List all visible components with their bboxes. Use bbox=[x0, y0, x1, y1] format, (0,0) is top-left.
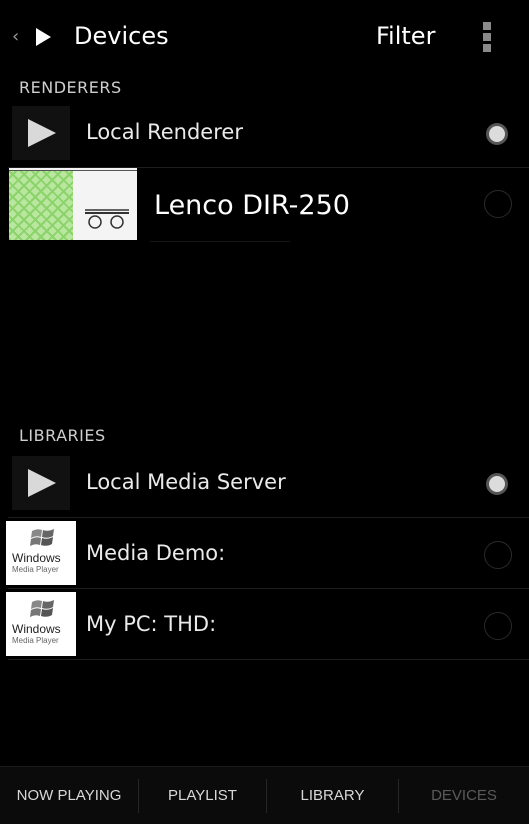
overflow-menu-icon[interactable] bbox=[482, 22, 492, 54]
radio-unselected-icon[interactable] bbox=[484, 190, 512, 218]
radio-device-icon bbox=[85, 209, 129, 229]
library-label: Media Demo: bbox=[86, 541, 226, 565]
radio-selected-icon[interactable] bbox=[489, 126, 505, 142]
radio-unselected-icon[interactable] bbox=[484, 612, 512, 640]
filter-button[interactable]: Filter bbox=[376, 22, 435, 50]
play-icon bbox=[12, 106, 70, 160]
wmp-logo-text: Windows bbox=[12, 622, 61, 636]
renderer-label: Lenco DIR-250 bbox=[154, 190, 350, 221]
windows-media-player-logo: Windows Media Player bbox=[6, 521, 76, 585]
library-label: My PC: THD: bbox=[86, 612, 217, 636]
libraries-header: LIBRARIES bbox=[19, 426, 106, 445]
tab-now-playing[interactable]: NOW PLAYING bbox=[0, 767, 138, 824]
wmp-logo-subtext: Media Player bbox=[12, 565, 59, 574]
divider bbox=[8, 517, 529, 518]
renderer-row-local[interactable]: Local Renderer bbox=[0, 102, 529, 166]
radio-unselected-icon[interactable] bbox=[484, 541, 512, 569]
tab-devices[interactable]: DEVICES bbox=[399, 767, 529, 824]
renderer-label: Local Renderer bbox=[86, 120, 243, 144]
app-play-icon[interactable] bbox=[36, 28, 51, 46]
action-bar: ‹ Devices Filter bbox=[0, 0, 529, 72]
windows-flag-icon bbox=[30, 529, 54, 546]
divider bbox=[8, 588, 529, 589]
play-icon bbox=[12, 456, 70, 510]
wmp-logo-text: Windows bbox=[12, 551, 61, 565]
radio-selected-icon[interactable] bbox=[489, 476, 505, 492]
page-title: Devices bbox=[74, 22, 169, 50]
wmp-logo-subtext: Media Player bbox=[12, 636, 59, 645]
divider bbox=[8, 659, 529, 660]
library-row-my-pc[interactable]: Windows Media Player My PC: THD: bbox=[0, 590, 529, 658]
windows-media-player-logo: Windows Media Player bbox=[6, 592, 76, 656]
lenco-device-thumbnail bbox=[9, 168, 137, 240]
bottom-tab-bar: NOW PLAYING PLAYLIST LIBRARY DEVICES bbox=[0, 766, 529, 824]
library-row-local[interactable]: Local Media Server bbox=[0, 452, 529, 516]
divider bbox=[150, 241, 290, 242]
renderers-header: RENDERERS bbox=[19, 78, 122, 97]
library-row-media-demo[interactable]: Windows Media Player Media Demo: bbox=[0, 519, 529, 587]
windows-flag-icon bbox=[30, 600, 54, 617]
tab-playlist[interactable]: PLAYLIST bbox=[139, 767, 266, 824]
library-label: Local Media Server bbox=[86, 470, 286, 494]
back-chevron-icon[interactable]: ‹ bbox=[12, 26, 19, 47]
tab-library[interactable]: LIBRARY bbox=[267, 767, 398, 824]
